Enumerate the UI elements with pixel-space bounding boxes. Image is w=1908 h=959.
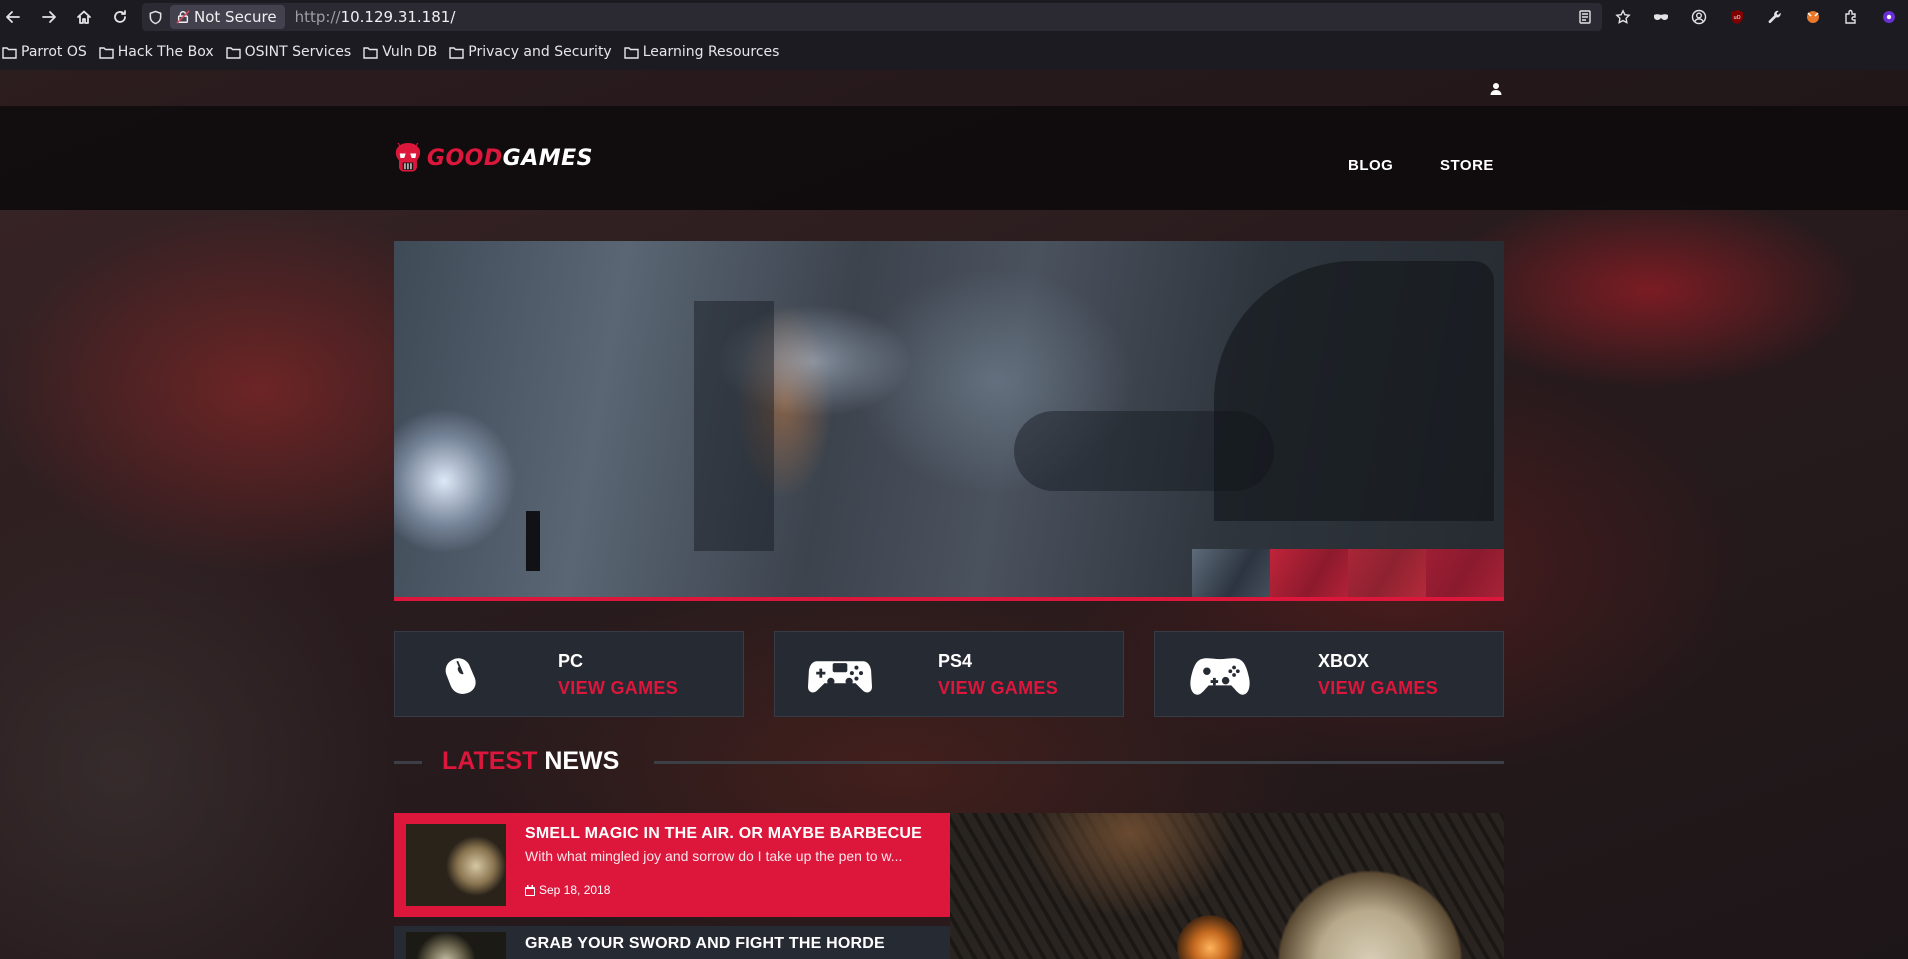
mouse-icon [425,650,495,700]
section-title: LATEST NEWS [442,747,619,776]
category-name: XBOX [1318,651,1370,671]
news-title[interactable]: SMELL MAGIC IN THE AIR. OR MAYBE BARBECU… [525,825,922,843]
section-title-rest: NEWS [544,747,620,775]
extensions-icon[interactable] [1832,0,1870,34]
news-date-text: Sep 18, 2018 [539,883,611,897]
bookmark-osint-services[interactable]: OSINT Services [225,44,352,60]
lock-warning-icon [176,10,190,24]
tracking-protection-icon[interactable] [142,3,168,31]
view-games-link[interactable]: VIEW GAMES [558,678,678,699]
slider-thumb-2[interactable] [1270,549,1348,597]
slider-art-wheel [1214,261,1494,521]
bookmark-hack-the-box[interactable]: Hack The Box [99,44,214,60]
site-logo[interactable]: GOODGAMES [393,130,593,186]
category-card-ps4[interactable]: PS4 VIEW GAMES [774,631,1124,717]
bookmark-label: Parrot OS [21,44,87,60]
user-icon[interactable] [1489,81,1503,95]
folder-icon [225,46,241,59]
bookmarks-bar: Parrot OS Hack The Box OSINT Services Vu… [0,34,1908,70]
browser-toolbar: Not Secure http://10.129.31.181/ uO [0,0,1908,34]
private-mask-icon[interactable] [1642,0,1680,34]
news-thumbnail[interactable] [406,824,506,906]
news-thumbnail[interactable] [406,932,506,959]
view-games-link[interactable]: VIEW GAMES [1318,678,1438,699]
reader-view-icon[interactable] [1566,0,1604,34]
top-strip [0,70,1908,106]
slider-art-pillar [694,301,774,551]
folder-icon [363,46,378,59]
bookmark-learning-resources[interactable]: Learning Resources [624,44,780,60]
svg-text:uO: uO [1733,15,1740,21]
site-navbar: GOODGAMES BLOG STORE [0,106,1908,210]
home-icon[interactable] [67,0,101,34]
bookmark-label: Vuln DB [382,44,438,60]
section-title-highlight: LATEST [442,747,538,775]
folder-icon [449,46,464,59]
account-icon[interactable] [1680,0,1718,34]
security-label: Not Secure [194,8,277,26]
profile-extension-icon[interactable] [1870,0,1908,34]
not-secure-badge[interactable]: Not Secure [170,5,285,29]
slider-art-figure [526,511,540,571]
logo-part-good: GOOD [426,145,503,171]
reload-icon[interactable] [103,0,137,34]
slider-thumb-4[interactable] [1426,549,1504,597]
bookmark-vuln-db[interactable]: Vuln DB [363,44,437,60]
xbox-controller-icon [1185,650,1255,700]
news-title[interactable]: GRAB YOUR SWORD AND FIGHT THE HORDE [525,935,885,953]
web-page: GOODGAMES BLOG STORE PC VIEW GAMES PS4 V… [0,70,1908,959]
nav-blog-link[interactable]: BLOG [1348,157,1393,174]
folder-icon [624,46,639,59]
logo-wordmark: GOODGAMES [427,146,593,171]
ublock-icon[interactable]: uO [1718,0,1756,34]
forward-icon[interactable] [32,0,66,34]
category-card-pc[interactable]: PC VIEW GAMES [394,631,744,717]
news-item-active[interactable]: SMELL MAGIC IN THE AIR. OR MAYBE BARBECU… [394,813,950,917]
news-date: Sep 18, 2018 [525,883,610,897]
foxyproxy-icon[interactable] [1794,0,1832,34]
url-bar[interactable]: Not Secure http://10.129.31.181/ [142,3,1602,31]
logo-part-games: GAMES [502,145,593,171]
slider-thumb-3[interactable] [1348,549,1426,597]
url-host: 10.129.31.181/ [340,8,456,26]
bookmark-parrot-os[interactable]: Parrot OS [2,44,87,60]
nav-store-link[interactable]: STORE [1440,157,1494,174]
skull-logo-icon [395,143,421,172]
hero-slider[interactable] [394,241,1504,601]
news-item[interactable]: GRAB YOUR SWORD AND FIGHT THE HORDE [394,926,950,959]
url-text[interactable]: http://10.129.31.181/ [295,8,456,26]
bookmark-label: Learning Resources [642,44,780,60]
heading-divider-left [394,761,422,764]
news-excerpt: With what mingled joy and sorrow do I ta… [525,848,903,864]
category-name: PS4 [938,651,973,671]
calendar-icon [525,884,535,896]
ps4-controller-icon [805,650,875,700]
category-card-xbox[interactable]: XBOX VIEW GAMES [1154,631,1504,717]
news-feature-image[interactable] [950,813,1504,959]
view-games-link[interactable]: VIEW GAMES [938,678,1058,699]
folder-icon [99,46,114,59]
folder-icon [2,46,17,59]
slider-thumb-1[interactable] [1192,549,1270,597]
url-protocol: http:// [294,8,341,26]
bookmark-privacy-and-security[interactable]: Privacy and Security [449,44,612,60]
bookmark-label: OSINT Services [244,44,352,60]
bookmark-star-icon[interactable] [1604,0,1642,34]
category-name: PC [558,651,584,671]
wrench-icon[interactable] [1756,0,1794,34]
back-icon[interactable] [0,0,30,34]
latest-news-heading: LATEST NEWS [394,747,1504,777]
bookmark-label: Privacy and Security [468,44,612,60]
slider-thumbnails [1192,549,1504,597]
bookmark-label: Hack The Box [117,44,214,60]
heading-divider-right [654,761,1504,764]
